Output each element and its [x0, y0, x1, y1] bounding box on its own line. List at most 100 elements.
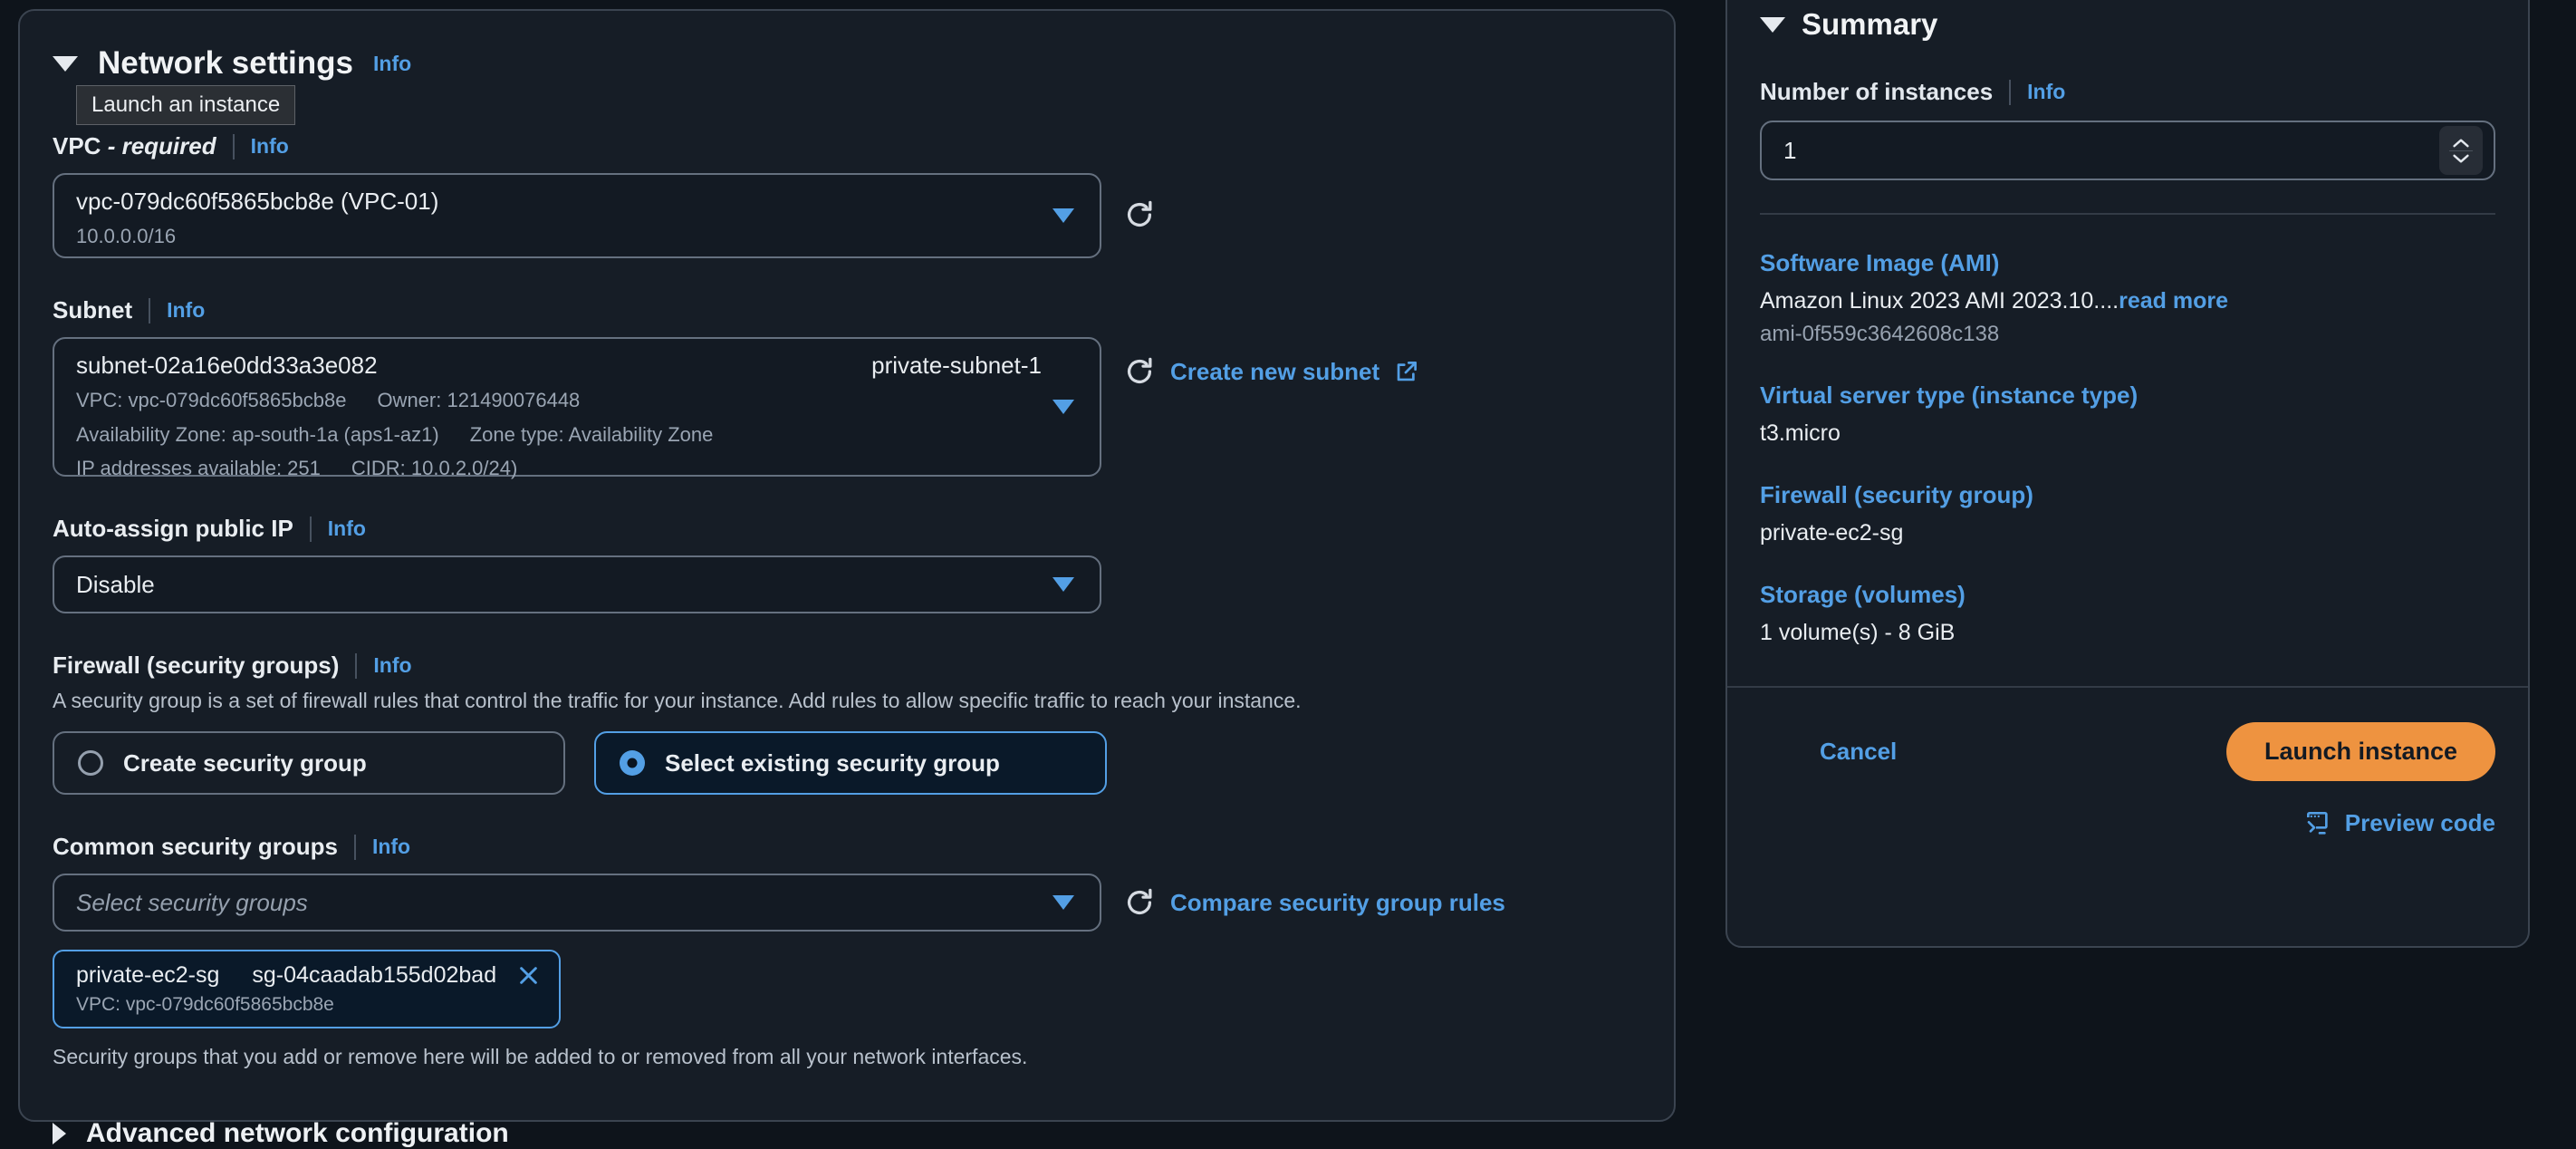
summary-divider: [1760, 213, 2495, 215]
preview-code-icon: [2303, 808, 2332, 837]
chevron-up-icon[interactable]: [2450, 137, 2472, 149]
subnet-row: subnet-02a16e0dd33a3e082 private-subnet-…: [53, 337, 1641, 477]
create-security-group-option[interactable]: Create security group: [53, 731, 565, 795]
instances-label: Number of instances: [1760, 78, 1993, 106]
subnet-label: Subnet: [53, 296, 132, 324]
auto-ip-selected-value: Disable: [76, 571, 155, 599]
instance-type-heading-link[interactable]: Virtual server type (instance type): [1760, 381, 2495, 410]
refresh-icon: [1123, 355, 1156, 388]
subnet-id: subnet-02a16e0dd33a3e082: [76, 352, 378, 380]
label-divider: [355, 653, 357, 679]
collapse-caret-icon[interactable]: [1760, 17, 1785, 33]
subnet-name: private-subnet-1: [871, 352, 1042, 380]
compare-sg-rules-link[interactable]: Compare security group rules: [1170, 889, 1505, 917]
external-link-icon: [1394, 360, 1418, 384]
firewall-info-link[interactable]: Info: [373, 653, 411, 678]
stepper-divider: [2449, 150, 2473, 151]
subnet-meta-3: IP addresses available: 251CIDR: 10.0.2.…: [76, 455, 1042, 482]
vpc-select[interactable]: vpc-079dc60f5865bcb8e (VPC-01) 10.0.0.0/…: [53, 173, 1101, 258]
summary-header[interactable]: Summary: [1760, 7, 2495, 42]
number-stepper[interactable]: [2439, 126, 2483, 175]
cancel-button[interactable]: Cancel: [1820, 738, 1897, 766]
storage-section: Storage (volumes) 1 volume(s) - 8 GiB: [1760, 581, 2495, 646]
firewall-heading-link[interactable]: Firewall (security group): [1760, 481, 2495, 509]
common-sg-label-row: Common security groups Info: [53, 833, 1641, 861]
dropdown-caret-icon: [1053, 400, 1074, 414]
preview-code-row[interactable]: Preview code: [1760, 808, 2495, 837]
advanced-network-configuration[interactable]: Advanced network configuration: [53, 1118, 1641, 1149]
radio-checked-icon[interactable]: [620, 750, 645, 776]
radio-unchecked-icon[interactable]: [78, 750, 103, 776]
token-sg-id: sg-04caadab155d02bad: [252, 962, 496, 989]
label-divider: [310, 517, 312, 542]
instances-value: 1: [1783, 137, 1796, 165]
instances-label-row: Number of instances Info: [1760, 78, 2495, 106]
label-divider: [233, 134, 235, 159]
label-divider: [149, 298, 150, 323]
firewall-value: private-ec2-sg: [1760, 520, 2495, 546]
storage-heading-link[interactable]: Storage (volumes): [1760, 581, 2495, 609]
subnet-meta-2: Availability Zone: ap-south-1a (aps1-az1…: [76, 421, 1042, 449]
common-sg-select[interactable]: Select security groups: [53, 874, 1101, 932]
instance-type-section: Virtual server type (instance type) t3.m…: [1760, 381, 2495, 447]
collapse-caret-icon[interactable]: [53, 56, 78, 72]
auto-ip-label: Auto-assign public IP: [53, 515, 293, 543]
preview-code-link[interactable]: Preview code: [2345, 809, 2495, 837]
common-sg-info-link[interactable]: Info: [372, 835, 410, 859]
summary-panel: Summary Number of instances Info 1 Softw…: [1725, 0, 2530, 948]
firewall-summary-section: Firewall (security group) private-ec2-sg: [1760, 481, 2495, 546]
label-divider: [2009, 80, 2011, 105]
vpc-refresh-button[interactable]: [1123, 198, 1156, 231]
dropdown-caret-icon: [1053, 577, 1074, 592]
summary-title: Summary: [1802, 7, 1937, 42]
vpc-row: vpc-079dc60f5865bcb8e (VPC-01) 10.0.0.0/…: [53, 173, 1641, 258]
subnet-select[interactable]: subnet-02a16e0dd33a3e082 private-subnet-…: [53, 337, 1101, 477]
security-groups-note: Security groups that you add or remove h…: [53, 1045, 1641, 1069]
common-sg-actions: Compare security group rules: [1123, 886, 1505, 919]
common-sg-refresh-button[interactable]: [1123, 886, 1156, 919]
subnet-selected-value: subnet-02a16e0dd33a3e082 private-subnet-…: [76, 352, 1042, 380]
auto-ip-label-row: Auto-assign public IP Info: [53, 515, 1641, 543]
vpc-label-row: VPC - required Info: [53, 132, 1641, 160]
ami-id: ami-0f559c3642608c138: [1760, 322, 2495, 347]
ami-heading-link[interactable]: Software Image (AMI): [1760, 249, 2495, 277]
select-existing-security-group-option[interactable]: Select existing security group: [594, 731, 1107, 795]
network-settings-info-link[interactable]: Info: [373, 52, 411, 76]
subnet-info-link[interactable]: Info: [167, 298, 205, 323]
common-sg-row: Select security groups Compare security …: [53, 874, 1641, 932]
auto-ip-select[interactable]: Disable: [53, 555, 1101, 613]
vpc-label: VPC - required: [53, 132, 216, 160]
create-new-subnet-link[interactable]: Create new subnet: [1170, 358, 1379, 386]
chevron-down-icon[interactable]: [2450, 153, 2472, 165]
common-sg-placeholder: Select security groups: [76, 889, 308, 917]
advanced-network-label: Advanced network configuration: [86, 1118, 509, 1149]
subnet-actions: Create new subnet: [1123, 355, 1418, 388]
close-icon: [516, 963, 541, 988]
number-of-instances-input[interactable]: 1: [1760, 121, 2495, 180]
vpc-selected-value: vpc-079dc60f5865bcb8e (VPC-01): [76, 188, 1042, 216]
required-hint: - required: [108, 132, 216, 159]
refresh-icon: [1123, 886, 1156, 919]
subnet-refresh-button[interactable]: [1123, 355, 1156, 388]
token-dismiss-button[interactable]: [516, 963, 541, 988]
instances-info-link[interactable]: Info: [2027, 80, 2065, 104]
read-more-link[interactable]: read more: [2119, 288, 2228, 314]
token-sg-name: private-ec2-sg: [76, 962, 219, 989]
section-title: Network settings: [98, 45, 353, 82]
create-security-group-label: Create security group: [123, 749, 367, 777]
ami-description: Amazon Linux 2023 AMI 2023.10....read mo…: [1760, 288, 2495, 314]
launch-instance-button[interactable]: Launch instance: [2226, 722, 2495, 781]
auto-ip-info-link[interactable]: Info: [328, 517, 366, 541]
common-sg-label: Common security groups: [53, 833, 338, 861]
storage-value: 1 volume(s) - 8 GiB: [1760, 620, 2495, 646]
network-settings-header[interactable]: Network settings Info: [53, 45, 1641, 82]
ami-section: Software Image (AMI) Amazon Linux 2023 A…: [1760, 249, 2495, 347]
summary-footer: Cancel Launch instance Preview code: [1727, 686, 2528, 837]
select-existing-security-group-label: Select existing security group: [665, 749, 1000, 777]
firewall-label-row: Firewall (security groups) Info: [53, 652, 1641, 680]
firewall-label: Firewall (security groups): [53, 652, 339, 680]
launch-an-instance-tooltip: Launch an instance: [76, 85, 295, 125]
expand-caret-icon[interactable]: [53, 1123, 66, 1144]
vpc-info-link[interactable]: Info: [251, 134, 289, 159]
dropdown-caret-icon: [1053, 208, 1074, 223]
